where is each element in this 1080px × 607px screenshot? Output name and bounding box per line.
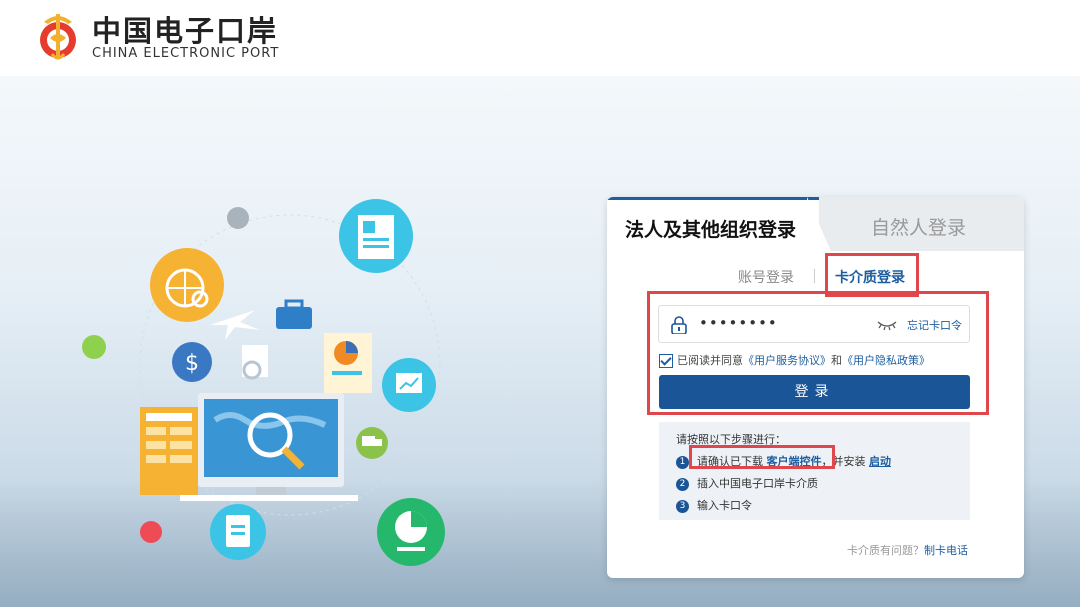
- briefcase-icon: [276, 299, 312, 329]
- brand-name-en: CHINA ELECTRONIC PORT: [92, 46, 280, 61]
- china-eport-logo-icon: [40, 14, 76, 60]
- search-document-icon: [242, 345, 268, 380]
- clipboard-icon: [210, 504, 266, 560]
- brand-name-cn: 中国电子口岸: [92, 14, 279, 48]
- highlight-box-step: [689, 445, 835, 469]
- green-dot-icon: [82, 335, 106, 359]
- globe-location-icon: [150, 248, 224, 322]
- step-3-text: 输入卡口令: [697, 499, 752, 512]
- dollar-icon: $: [172, 342, 212, 382]
- login-panel: 自然人登录 法人及其他组织登录 账号登录 卡介质登录 •••••••• 忘记卡口…: [607, 197, 1024, 578]
- step-number: 3: [676, 499, 689, 513]
- tab-natural-person[interactable]: 自然人登录: [819, 197, 1024, 251]
- document-profile-icon: [339, 199, 413, 273]
- airplane-icon: [210, 310, 260, 340]
- help-question: 卡介质有问题？: [847, 544, 924, 557]
- delivery-truck-icon: [356, 427, 388, 459]
- card-phone-link[interactable]: 制卡电话: [924, 544, 968, 557]
- spreadsheet-icon: [140, 407, 198, 495]
- step-3: 3 输入卡口令: [676, 497, 752, 513]
- tab-natural-person-label: 自然人登录: [871, 217, 967, 239]
- header: 中国电子口岸 CHINA ELECTRONIC PORT: [0, 0, 1080, 76]
- tab-legal-entity[interactable]: 法人及其他组织登录: [607, 197, 819, 251]
- monitor-map-icon: [180, 393, 358, 501]
- chart-report-icon: [377, 498, 445, 566]
- step-2: 2 插入中国电子口岸卡介质: [676, 475, 818, 491]
- presentation-icon: [382, 358, 436, 412]
- step-2-text: 插入中国电子口岸卡介质: [697, 477, 818, 490]
- step-number: 2: [676, 477, 689, 491]
- pie-report-icon: [324, 333, 372, 393]
- gray-dot-icon: [227, 207, 249, 229]
- svg-text:$: $: [185, 351, 199, 376]
- subtab-divider: [814, 269, 815, 283]
- red-dot-icon: [140, 521, 162, 543]
- tab-divider: [807, 197, 831, 251]
- steps-box: 请按照以下步骤进行： 1 请确认已下载 客户端控件，并安装 启动 2 插入中国电子口…: [659, 422, 970, 520]
- help-row: 卡介质有问题？制卡电话: [847, 542, 968, 558]
- trade-illustration: $: [82, 199, 445, 566]
- subtab-account-login[interactable]: 账号登录: [738, 267, 794, 287]
- highlight-box-form: [647, 291, 989, 415]
- tab-legal-entity-label: 法人及其他组织登录: [625, 219, 797, 241]
- launch-link[interactable]: 启动: [869, 455, 891, 468]
- step-number: 1: [676, 455, 689, 469]
